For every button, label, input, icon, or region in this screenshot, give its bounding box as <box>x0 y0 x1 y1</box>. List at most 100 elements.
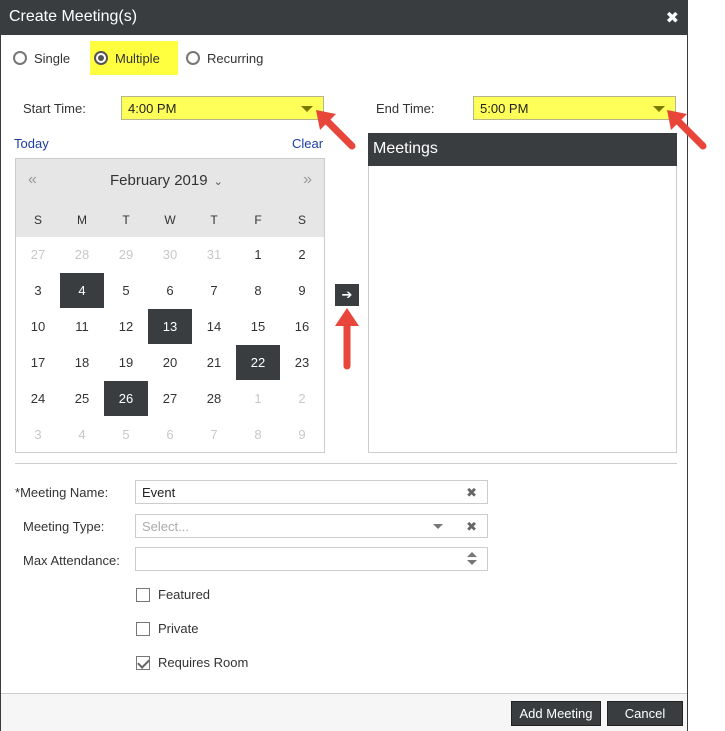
meeting-name-value: Event <box>142 484 176 500</box>
meetings-panel: Meetings <box>368 133 677 453</box>
dialog-footer: Add Meeting Cancel <box>1 693 687 731</box>
featured-checkbox[interactable]: Featured <box>136 587 210 602</box>
close-icon[interactable]: ✖ <box>666 8 679 28</box>
dialog-titlebar: Create Meeting(s) ✖ <box>1 1 687 35</box>
radio-label: Multiple <box>115 50 160 66</box>
meeting-name-field[interactable]: Event ✖ <box>135 480 488 504</box>
weekday-label: M <box>77 213 87 227</box>
clear-icon[interactable]: ✖ <box>466 485 477 501</box>
weekday-label: S <box>297 213 306 227</box>
meeting-type-label: Meeting Type: <box>23 519 105 534</box>
end-time-select[interactable]: 5:00 PM <box>473 96 676 120</box>
next-month-icon[interactable]: » <box>303 171 312 189</box>
calendar-day[interactable]: 6 <box>148 273 192 308</box>
month-picker[interactable]: February 2019 ⌄ <box>110 172 223 189</box>
meeting-type-placeholder: Select... <box>142 518 189 534</box>
end-time-value: 5:00 PM <box>480 100 529 116</box>
add-to-meetings-button[interactable]: ➔ <box>335 284 359 306</box>
weekday-label: T <box>210 213 218 227</box>
calendar-day-selected[interactable]: 4 <box>60 273 104 308</box>
calendar-day[interactable]: 14 <box>192 309 236 344</box>
calendar-day[interactable]: 9 <box>280 273 324 308</box>
calendar-day[interactable]: 6 <box>148 417 192 452</box>
calendar-day[interactable]: 4 <box>60 417 104 452</box>
calendar-day-selected[interactable]: 22 <box>236 345 280 380</box>
checkbox-checked-icon <box>136 655 150 670</box>
calendar-day[interactable]: 10 <box>16 309 60 344</box>
calendar-day[interactable]: 25 <box>60 381 104 416</box>
calendar-day[interactable]: 30 <box>148 237 192 272</box>
max-attendance-input[interactable] <box>135 547 488 571</box>
calendar-day[interactable]: 16 <box>280 309 324 344</box>
weekday-label: T <box>122 213 130 227</box>
calendar-day[interactable]: 11 <box>60 309 104 344</box>
caret-down-icon[interactable] <box>433 524 443 529</box>
add-meeting-button[interactable]: Add Meeting <box>511 701 601 726</box>
calendar-day[interactable]: 8 <box>236 417 280 452</box>
radio-multiple[interactable]: Multiple <box>90 41 178 75</box>
calendar-day[interactable]: 18 <box>60 345 104 380</box>
end-time-label: End Time: <box>376 101 435 116</box>
calendar-day[interactable]: 28 <box>192 381 236 416</box>
calendar-day[interactable]: 21 <box>192 345 236 380</box>
calendar-day[interactable]: 1 <box>236 381 280 416</box>
featured-label: Featured <box>158 587 211 602</box>
start-time-select[interactable]: 4:00 PM <box>121 96 324 120</box>
calendar-day[interactable]: 5 <box>104 273 148 308</box>
annotation-arrow-icon <box>667 110 707 150</box>
calendar-day[interactable]: 1 <box>236 237 280 272</box>
radio-circle-icon <box>186 51 200 65</box>
calendar-day[interactable]: 7 <box>192 417 236 452</box>
start-time-value: 4:00 PM <box>128 100 177 116</box>
calendar-day[interactable]: 31 <box>192 237 236 272</box>
number-spinner-icon[interactable] <box>467 551 477 567</box>
calendar-day[interactable]: 23 <box>280 345 324 380</box>
meeting-type-select[interactable]: Select... ✖ <box>135 514 488 538</box>
dialog-title: Create Meeting(s) <box>9 8 138 25</box>
calendar-day[interactable]: 12 <box>104 309 148 344</box>
requires-room-label: Requires Room <box>158 655 249 670</box>
arrow-right-icon: ➔ <box>341 287 353 302</box>
calendar-day[interactable]: 2 <box>280 237 324 272</box>
checkbox-icon <box>136 621 150 636</box>
calendar-day[interactable]: 19 <box>104 345 148 380</box>
calendar-day[interactable]: 3 <box>16 417 60 452</box>
calendar-header: « February 2019 ⌄ » S M T W T F S <box>16 159 324 237</box>
cancel-button[interactable]: Cancel <box>607 701 683 726</box>
weekday-label: S <box>33 213 42 227</box>
calendar-day[interactable]: 3 <box>16 273 60 308</box>
calendar-day-selected[interactable]: 26 <box>104 381 148 416</box>
calendar: « February 2019 ⌄ » S M T W T F S 27 28 29 3… <box>15 158 325 453</box>
calendar-day[interactable]: 29 <box>104 237 148 272</box>
radio-label: Single <box>34 50 71 66</box>
calendar-day[interactable]: 24 <box>16 381 60 416</box>
annotation-arrow-icon <box>335 308 359 370</box>
meeting-name-label-text: Meeting Name: <box>20 485 109 500</box>
private-checkbox[interactable]: Private <box>136 621 198 636</box>
calendar-day[interactable]: 5 <box>104 417 148 452</box>
calendar-day[interactable]: 27 <box>16 237 60 272</box>
clear-icon[interactable]: ✖ <box>466 519 477 535</box>
radio-single[interactable]: Single <box>13 41 70 75</box>
calendar-day[interactable]: 17 <box>16 345 60 380</box>
annotation-arrow-icon <box>316 110 356 150</box>
meeting-name-label: *Meeting Name: <box>15 485 108 500</box>
requires-room-checkbox[interactable]: Requires Room <box>136 655 248 670</box>
radio-label: Recurring <box>207 50 264 66</box>
prev-month-icon[interactable]: « <box>28 171 37 189</box>
calendar-day[interactable]: 20 <box>148 345 192 380</box>
meetings-heading: Meetings <box>368 133 677 166</box>
calendar-day[interactable]: 27 <box>148 381 192 416</box>
calendar-day[interactable]: 15 <box>236 309 280 344</box>
calendar-day[interactable]: 7 <box>192 273 236 308</box>
start-time-label: Start Time: <box>23 101 86 116</box>
radio-circle-icon <box>13 51 27 65</box>
today-link[interactable]: Today <box>14 136 49 151</box>
weekday-label: F <box>254 213 262 227</box>
calendar-day[interactable]: 8 <box>236 273 280 308</box>
radio-recurring[interactable]: Recurring <box>186 41 263 75</box>
calendar-day[interactable]: 28 <box>60 237 104 272</box>
calendar-day[interactable]: 2 <box>280 381 324 416</box>
calendar-day-selected[interactable]: 13 <box>148 309 192 344</box>
calendar-day[interactable]: 9 <box>280 417 324 452</box>
